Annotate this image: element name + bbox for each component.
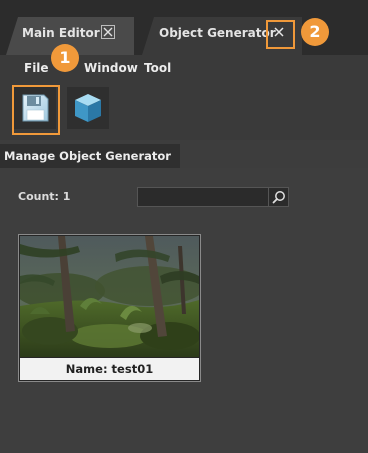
search-button[interactable] bbox=[268, 188, 288, 206]
callout-badge-2: 2 bbox=[301, 18, 329, 46]
tab-label: Object Generator bbox=[159, 26, 276, 40]
search-field bbox=[137, 187, 289, 207]
close-icon[interactable] bbox=[101, 25, 115, 39]
tab-label: Main Editor bbox=[22, 26, 100, 40]
generate-object-button[interactable] bbox=[67, 87, 109, 129]
cube-icon bbox=[75, 94, 101, 122]
forest-scene-thumbnail bbox=[20, 236, 199, 357]
object-name-label: Name: test01 bbox=[20, 358, 199, 380]
menu-window[interactable]: Window bbox=[84, 61, 138, 75]
panel-title: Manage Object Generator bbox=[0, 144, 180, 168]
search-icon bbox=[272, 191, 285, 204]
menu-file[interactable]: File bbox=[24, 61, 49, 75]
highlight-close-tab bbox=[266, 20, 295, 49]
highlight-save-button bbox=[12, 85, 60, 135]
search-input[interactable] bbox=[138, 188, 268, 206]
object-card[interactable]: Name: test01 bbox=[18, 234, 201, 382]
count-label: Count: 1 bbox=[18, 190, 71, 203]
callout-badge-1: 1 bbox=[51, 44, 79, 72]
menu-tool[interactable]: Tool bbox=[144, 61, 171, 75]
